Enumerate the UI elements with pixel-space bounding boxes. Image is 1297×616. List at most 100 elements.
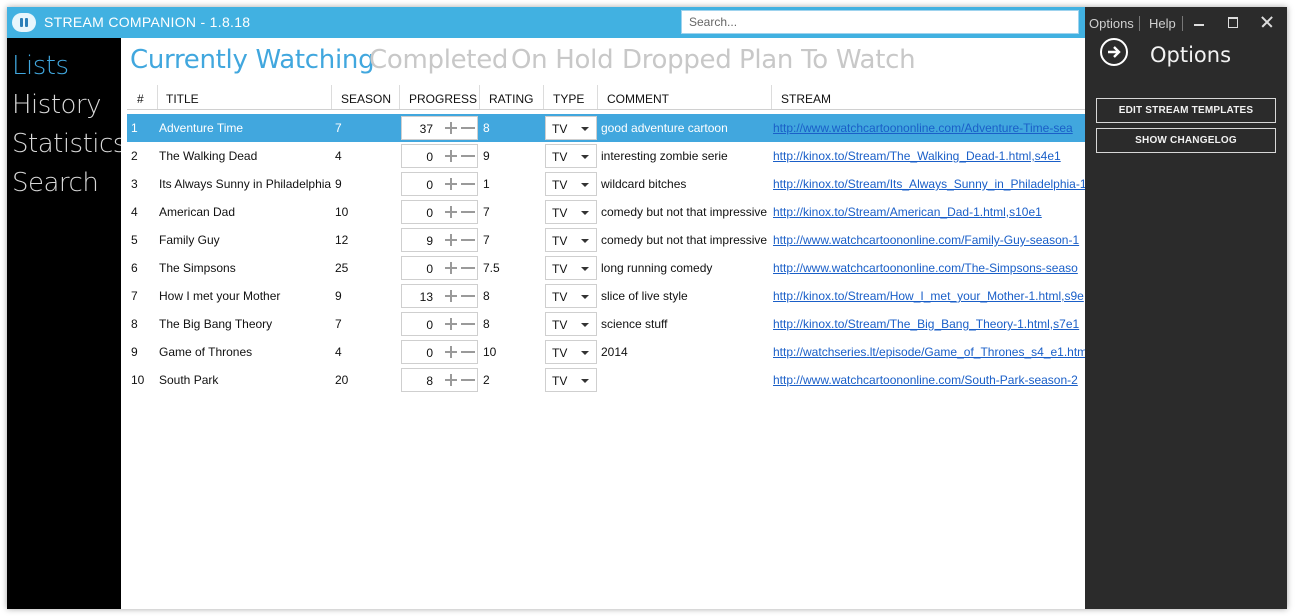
minus-icon[interactable] — [461, 183, 475, 185]
progress-stepper[interactable]: 0 — [401, 144, 478, 168]
edit-stream-templates-button[interactable]: EDIT STREAM TEMPLATES — [1096, 98, 1276, 123]
type-select[interactable]: TV — [545, 340, 597, 364]
col-header-rating[interactable]: RATING — [489, 92, 533, 106]
progress-value[interactable]: 0 — [426, 206, 433, 220]
table-row[interactable]: 2 The Walking Dead 4 9 interesting zombie se… — [127, 142, 1085, 170]
col-header-comment[interactable]: COMMENT — [607, 92, 669, 106]
progress-stepper[interactable]: 0 — [401, 172, 478, 196]
stream-link[interactable]: http://kinox.to/Stream/How_I_met_your_Mo… — [773, 289, 1084, 303]
progress-stepper[interactable]: 37 — [401, 116, 478, 140]
nav-item-statistics[interactable]: Statistics — [12, 129, 126, 159]
col-header-season[interactable]: SEASON — [341, 92, 391, 106]
type-select[interactable]: TV — [545, 312, 597, 336]
type-select[interactable]: TV — [545, 116, 597, 140]
progress-value[interactable]: 0 — [426, 150, 433, 164]
progress-stepper[interactable]: 0 — [401, 256, 478, 280]
nav-item-search[interactable]: Search — [12, 168, 99, 198]
type-select[interactable]: TV — [545, 172, 597, 196]
table-row[interactable]: 10 South Park 20 2 8 TV http://www.watchcartoo… — [127, 366, 1085, 394]
table-row[interactable]: 7 How I met your Mother 9 8 slice of live st… — [127, 282, 1085, 310]
minus-icon[interactable] — [461, 155, 475, 157]
tab-completed[interactable]: Completed — [369, 45, 508, 75]
progress-stepper[interactable]: 0 — [401, 340, 478, 364]
type-select[interactable]: TV — [545, 256, 597, 280]
options-panel: Options Help Options EDIT STREAM TEMPLAT… — [1085, 7, 1287, 609]
type-select[interactable]: TV — [545, 284, 597, 308]
type-select[interactable]: TV — [545, 368, 597, 392]
table-row[interactable]: 8 The Big Bang Theory 7 8 science stuff 0 TV ht… — [127, 310, 1085, 338]
minus-icon[interactable] — [461, 267, 475, 269]
progress-stepper[interactable]: 13 — [401, 284, 478, 308]
menu-help[interactable]: Help — [1149, 16, 1176, 31]
nav-item-lists[interactable]: Lists — [12, 51, 69, 81]
col-header-stream[interactable]: STREAM — [781, 92, 831, 106]
stream-link[interactable]: http://kinox.to/Stream/Its_Always_Sunny_… — [773, 177, 1090, 191]
progress-stepper[interactable]: 0 — [401, 312, 478, 336]
tab-on-hold[interactable]: On Hold — [511, 45, 614, 75]
minus-icon[interactable] — [461, 323, 475, 325]
stream-link[interactable]: http://www.watchcartoononline.com/Family… — [773, 233, 1079, 247]
cell-title: The Big Bang Theory — [159, 317, 273, 331]
type-select[interactable]: TV — [545, 228, 597, 252]
tab-currently-watching[interactable]: Currently Watching — [130, 45, 375, 75]
minimize-icon[interactable] — [1190, 13, 1208, 31]
progress-value[interactable]: 0 — [426, 318, 433, 332]
title-bar[interactable]: STREAM COMPANION - 1.8.18 — [7, 7, 1085, 38]
maximize-icon[interactable] — [1224, 13, 1242, 31]
progress-value[interactable]: 8 — [426, 374, 433, 388]
stream-link[interactable]: http://www.watchcartoononline.com/The-Si… — [773, 261, 1078, 275]
stream-link[interactable]: http://watchseries.lt/episode/Game_of_Th… — [773, 345, 1090, 359]
stream-link[interactable]: http://www.watchcartoononline.com/Advent… — [773, 121, 1073, 135]
plus-icon[interactable] — [445, 178, 457, 190]
stream-link[interactable]: http://kinox.to/Stream/American_Dad-1.ht… — [773, 205, 1042, 219]
type-select[interactable]: TV — [545, 144, 597, 168]
progress-value[interactable]: 13 — [420, 290, 433, 304]
minus-icon[interactable] — [461, 351, 475, 353]
table-row[interactable]: 4 American Dad 10 7 comedy but not that impr… — [127, 198, 1085, 226]
plus-icon[interactable] — [445, 122, 457, 134]
plus-icon[interactable] — [445, 346, 457, 358]
plus-icon[interactable] — [445, 234, 457, 246]
col-header-progress[interactable]: PROGRESS — [409, 92, 477, 106]
tab-plan-to-watch[interactable]: Plan To Watch — [739, 45, 916, 75]
search-input[interactable] — [681, 10, 1079, 34]
progress-stepper[interactable]: 9 — [401, 228, 478, 252]
cell-title: American Dad — [159, 205, 236, 219]
plus-icon[interactable] — [445, 262, 457, 274]
menu-options[interactable]: Options — [1089, 16, 1134, 31]
progress-value[interactable]: 9 — [426, 234, 433, 248]
progress-value[interactable]: 0 — [426, 262, 433, 276]
table-row[interactable]: 1 Adventure Time 7 8 good adventure cartoon 3… — [127, 114, 1085, 142]
minus-icon[interactable] — [461, 295, 475, 297]
minus-icon[interactable] — [461, 211, 475, 213]
plus-icon[interactable] — [445, 206, 457, 218]
col-header-title[interactable]: TITLE — [166, 92, 199, 106]
plus-icon[interactable] — [445, 150, 457, 162]
type-select[interactable]: TV — [545, 200, 597, 224]
col-header-type[interactable]: TYPE — [553, 92, 584, 106]
minus-icon[interactable] — [461, 127, 475, 129]
close-icon[interactable] — [1258, 13, 1276, 31]
plus-icon[interactable] — [445, 318, 457, 330]
progress-value[interactable]: 37 — [420, 122, 433, 136]
table-row[interactable]: 3 Its Always Sunny in Philadelphia 9 1 wildc… — [127, 170, 1090, 198]
tab-dropped[interactable]: Dropped — [622, 45, 732, 75]
stream-link[interactable]: http://kinox.to/Stream/The_Big_Bang_Theo… — [773, 317, 1079, 331]
plus-icon[interactable] — [445, 374, 457, 386]
col-header-num[interactable]: # — [137, 92, 144, 106]
minus-icon[interactable] — [461, 239, 475, 241]
show-changelog-button[interactable]: SHOW CHANGELOG — [1096, 128, 1276, 153]
progress-stepper[interactable]: 0 — [401, 200, 478, 224]
plus-icon[interactable] — [445, 290, 457, 302]
stream-link[interactable]: http://www.watchcartoononline.com/South-… — [773, 373, 1078, 387]
stream-link[interactable]: http://kinox.to/Stream/The_Walking_Dead-… — [773, 149, 1061, 163]
minus-icon[interactable] — [461, 379, 475, 381]
table-row[interactable]: 6 The Simpsons 25 7.5 long running comedy 0 TV… — [127, 254, 1085, 282]
progress-value[interactable]: 0 — [426, 346, 433, 360]
nav-item-history[interactable]: History — [12, 90, 102, 120]
arrow-right-icon[interactable] — [1100, 38, 1128, 66]
progress-stepper[interactable]: 8 — [401, 368, 478, 392]
progress-value[interactable]: 0 — [426, 178, 433, 192]
table-row[interactable]: 5 Family Guy 12 7 comedy but not that impres… — [127, 226, 1085, 254]
table-row[interactable]: 9 Game of Thrones 4 10 2014 0 TV http://watchse… — [127, 338, 1090, 366]
